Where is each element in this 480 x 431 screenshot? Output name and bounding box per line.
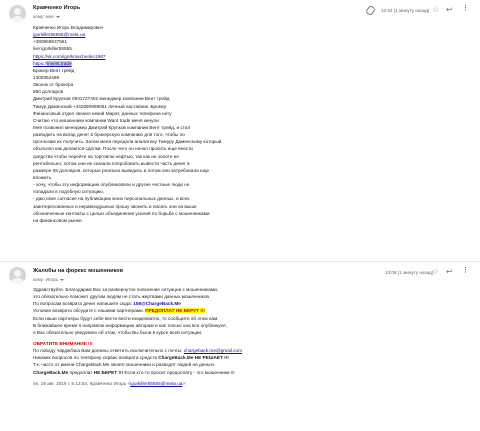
more-options-icon[interactable]: ⋮ xyxy=(462,267,469,275)
sender-name[interactable]: Жалобы на форекс мошенников xyxy=(33,268,123,274)
body-text: По поводу чарджбэка Вам должны ответить … xyxy=(33,348,184,354)
body-line: - даю свое согласие на публикацию моих п… xyxy=(33,196,190,202)
attention-heading: ОБРАТИТЕ ВНИМАНИЕ !!! xyxy=(33,340,93,346)
bold-notice: ChargeBack.Me НЕ РЕШАЕТ !!! xyxy=(158,355,229,361)
body-line: live:igorkiller55555 xyxy=(33,46,72,52)
star-icon[interactable]: ☆ xyxy=(432,268,439,276)
body-text: Никаких вопросов по телефону сервис возв… xyxy=(33,355,159,361)
body-line: размере 68 долларов, которые реально выв… xyxy=(33,167,210,173)
email-message-2: Жалобы на форекс мошенников кому: Игорь … xyxy=(0,262,480,431)
body-line: попадали в подобную ситуацию. xyxy=(33,189,105,195)
reply-icon[interactable]: ↩ xyxy=(446,6,453,14)
body-line: - хочу, чтобы эту информацию опубликовал… xyxy=(33,182,190,188)
body-line: +380969637561 xyxy=(33,39,68,45)
body-line: Если наши партнеры будут себе вести вест… xyxy=(33,315,219,321)
message-time: 13:08 (1 минуту назад) xyxy=(385,270,434,275)
quote-header-end: >: xyxy=(182,380,187,386)
broker-site-link-prefix[interactable]: https:// xyxy=(33,61,47,66)
chevron-down-icon xyxy=(60,278,65,281)
body-line: Считаю что мошенники компании Want trade… xyxy=(33,117,159,123)
reply-icon[interactable]: ↩ xyxy=(446,268,453,276)
body-line: 850 долларов xyxy=(33,89,64,95)
recipient-toggle[interactable]: кому: мне xyxy=(33,14,60,19)
body-line: Мне позвонил менеджер Дмитрий Крупков ко… xyxy=(33,124,191,130)
body-line: я Вас обязательно уведомлю об этом, чтоб… xyxy=(33,329,203,335)
bold-notice: НЕ БЕРЕТ !!! xyxy=(93,369,124,375)
body-text: предоплат xyxy=(68,369,94,375)
attachment-icon xyxy=(365,4,376,17)
recipient-label: кому: мне xyxy=(33,14,54,19)
body-line: это обязательно поможет другим людям не … xyxy=(33,294,211,300)
body-line: 1300352489 xyxy=(33,74,60,80)
body-line: Звонок от брокера xyxy=(33,82,74,88)
body-line: Здравствуйте. Благодарим Вас за разверну… xyxy=(33,287,219,292)
sender-avatar xyxy=(9,5,26,22)
vk-profile-link[interactable]: https://vk.com/igorkravchenko1987 xyxy=(33,54,105,59)
body-line: вложить. xyxy=(33,174,53,180)
more-options-icon[interactable]: ⋮ xyxy=(462,5,469,13)
no-prepayment-highlight: ПРЕДОПЛАТ НЕ БЕРУТ !!! xyxy=(145,308,205,314)
body-line: на финансовом рынке. xyxy=(33,217,83,223)
message-time: 12:54 (1 минуту назад) xyxy=(381,8,430,13)
bold-brand: ChargeBack.Me xyxy=(33,369,69,375)
body-line: Брокер Вент трейд xyxy=(33,67,75,73)
quoted-email-link[interactable]: igorkiller55555@meta.ua xyxy=(130,381,182,386)
body-line: объяснял как делаются сделки. После чего… xyxy=(33,146,193,152)
body-line: Дмитрий Крупков 0931727402 менеджер комп… xyxy=(33,96,170,102)
body-line: средства чтобы перейти на торговлю нефть… xyxy=(33,153,179,159)
chevron-down-icon xyxy=(55,15,60,18)
body-text: Если кто-то просит предоплату - это моше… xyxy=(123,369,235,375)
body-line: разводить на вклад денег в брокерскую ко… xyxy=(33,132,185,138)
message-body: Кравченко Игорь Владимирович igorkiller5… xyxy=(33,24,473,224)
email-message-1: Кравченко Игорь кому: мне 12:54 (1 минут… xyxy=(0,0,480,262)
body-line: заинтересованных и неравнодушных прошу з… xyxy=(33,203,197,209)
sender-name[interactable]: Кравченко Игорь xyxy=(33,5,80,11)
star-icon[interactable]: ☆ xyxy=(432,6,439,14)
broker-site-link[interactable]: invent.trade xyxy=(47,60,72,66)
chargeback-email-link[interactable]: chargeback.me@gmail.com xyxy=(184,348,242,353)
body-line: Т.к. часто от имени ChargeBack.Me звонят… xyxy=(33,362,216,368)
chargeback-contact-link[interactable]: 158@ChargeBack.Me xyxy=(133,301,181,306)
email-link[interactable]: igorkiller55555@meta.ua xyxy=(33,32,85,37)
message-body: Здравствуйте. Благодарим Вас за разверну… xyxy=(33,286,473,387)
body-line: рентабельно, потом они не сказали попроб… xyxy=(33,160,190,166)
body-line: Кравченко Игорь Владимирович xyxy=(33,25,104,30)
body-line: прогнозам их получить. Затем меня переда… xyxy=(33,139,222,145)
body-line: обозначенные контакты с целью объединени… xyxy=(33,210,210,216)
body-text: По вопросам возврата денег напишите сюда… xyxy=(33,301,134,307)
recipient-toggle[interactable]: кому: Игорь xyxy=(33,277,65,282)
quote-header: пн, 19 авг. 2019 г. в 12:54, Кравченко И… xyxy=(33,380,131,386)
body-line: В ближайшее время я направлю информацию … xyxy=(33,322,227,328)
sender-avatar xyxy=(9,267,26,284)
body-line: Финансовый отдел звонил некий Марат, дан… xyxy=(33,110,172,116)
body-text: Условия возврата обсудите с нашими партн… xyxy=(33,308,146,314)
recipient-label: кому: Игорь xyxy=(33,277,59,282)
body-line: Тимур Даменский +442080899051 личный нас… xyxy=(33,103,167,109)
